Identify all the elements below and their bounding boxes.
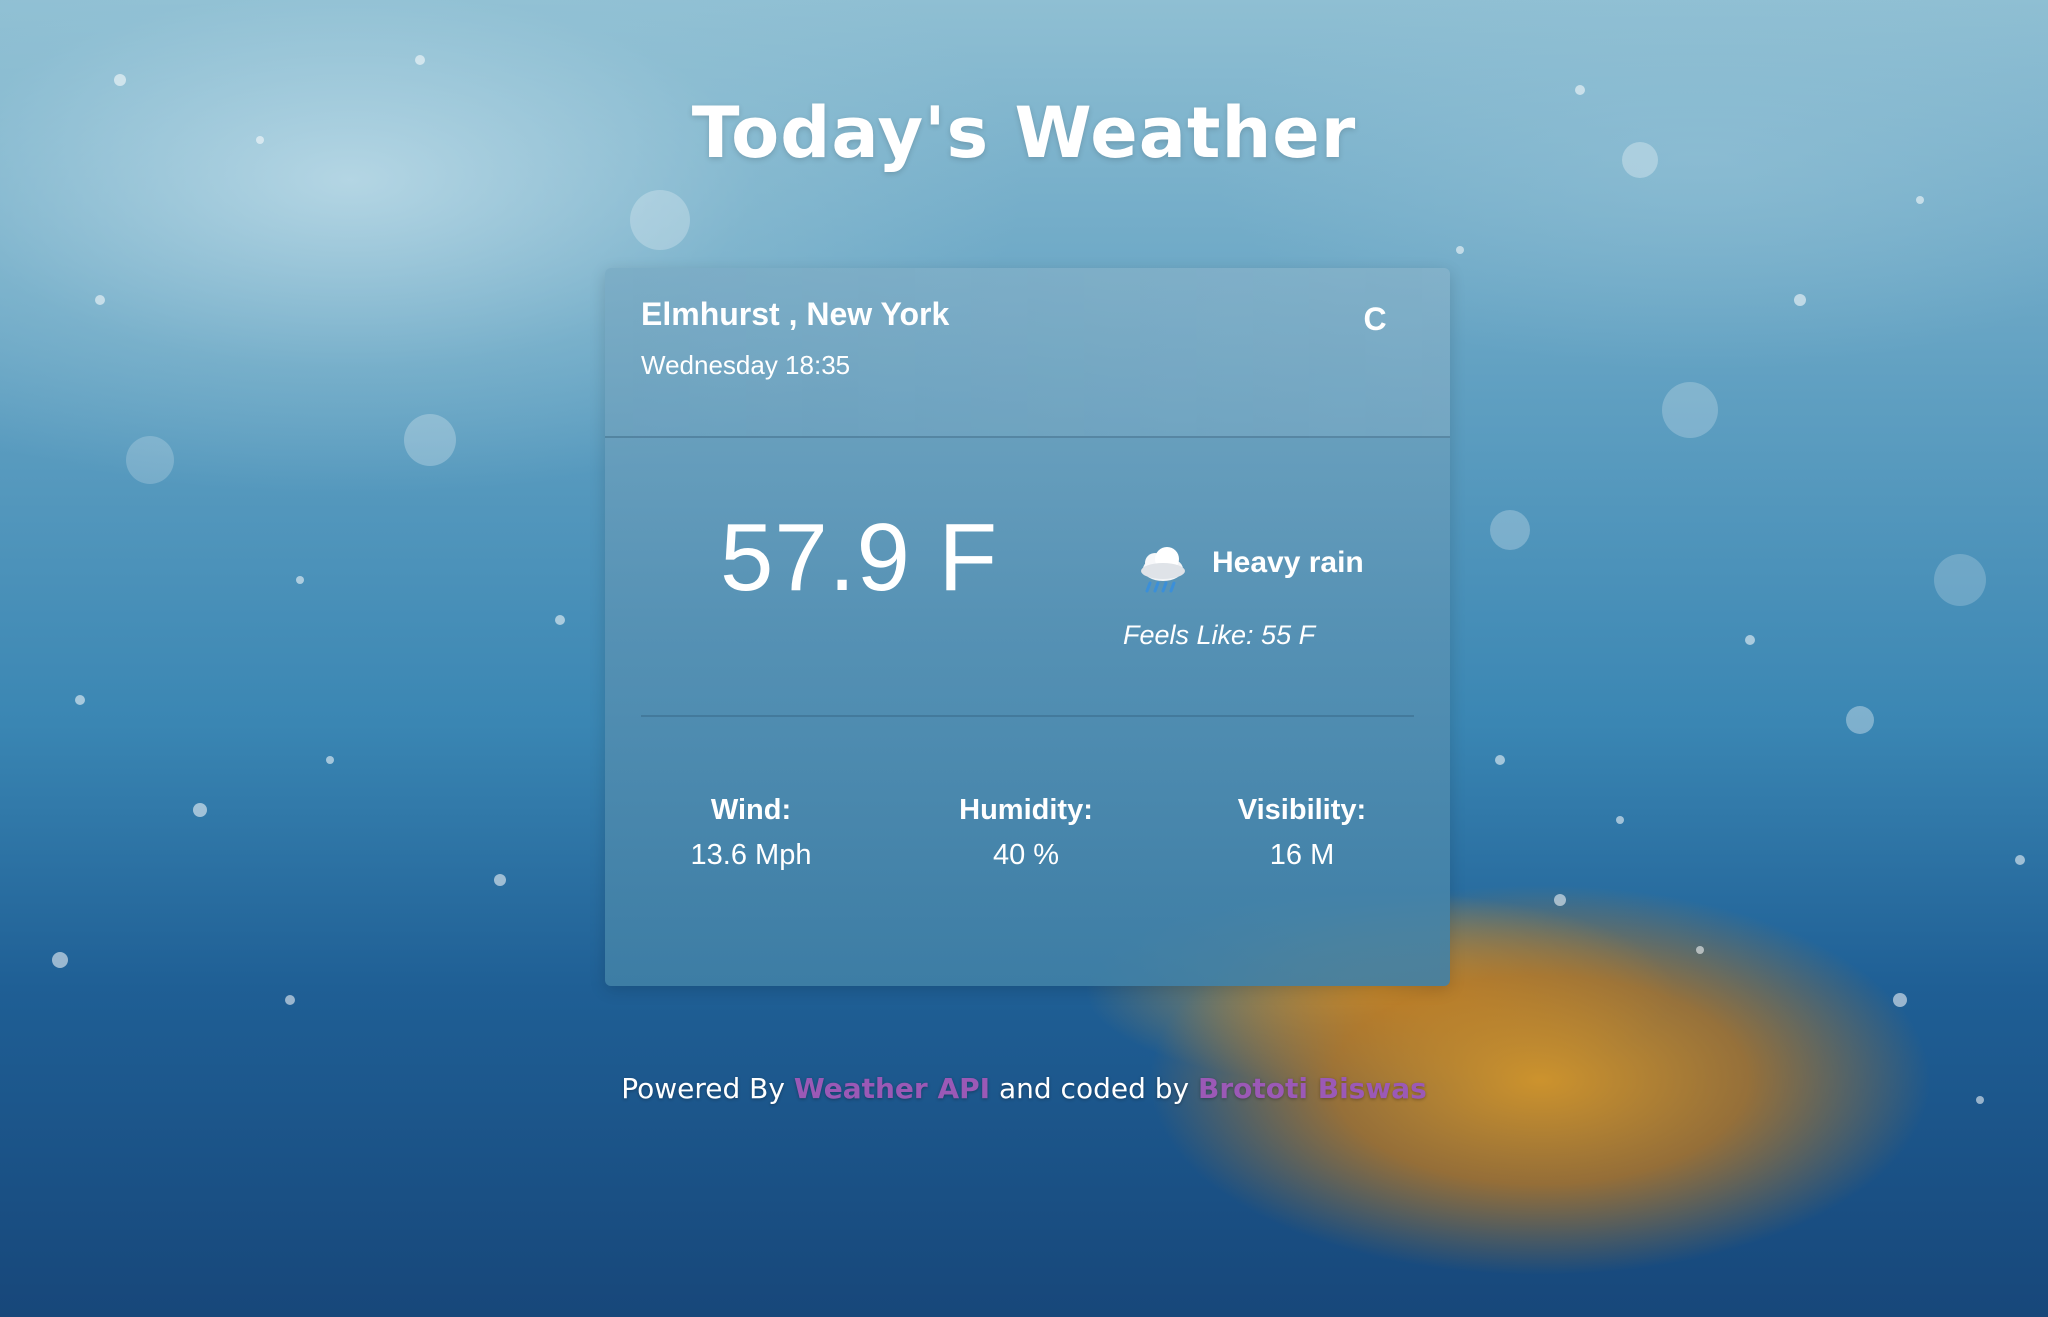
footer-middle: and coded by [990,1072,1198,1105]
wind-stat: Wind: 13.6 Mph [631,794,871,872]
page-title: Today's Weather [691,92,1357,174]
visibility-label: Visibility: [1237,794,1367,826]
humidity-stat: Humidity: 40 % [906,794,1146,872]
footer: Powered By Weather API and coded by Brot… [0,1072,2048,1105]
weather-api-link[interactable]: Weather API [794,1072,990,1105]
wind-value: 13.6 Mph [690,839,812,871]
weather-card: Elmhurst , New York Wednesday 18:35 C 57… [605,268,1450,986]
unit-toggle-button[interactable]: C [1350,296,1400,342]
visibility-stat: Visibility: 16 M [1182,794,1422,872]
feels-like-text: Feels Like: 55 F [1123,620,1316,650]
current-datetime: Wednesday 18:35 [641,350,851,380]
card-divider [641,715,1414,717]
visibility-value: 16 M [1269,839,1335,871]
temperature-value: 57.9 F [720,504,999,611]
condition-text: Heavy rain [1212,546,1364,579]
humidity-value: 40 % [992,839,1060,871]
card-header: Elmhurst , New York Wednesday 18:35 C [605,268,1450,438]
location-name: Elmhurst , New York [641,296,950,332]
author-link[interactable]: Brototi Biswas [1198,1072,1427,1105]
cloud-rain-icon [1141,547,1185,593]
humidity-label: Humidity: [959,794,1093,826]
footer-prefix: Powered By [621,1072,794,1105]
wind-label: Wind: [710,794,792,826]
